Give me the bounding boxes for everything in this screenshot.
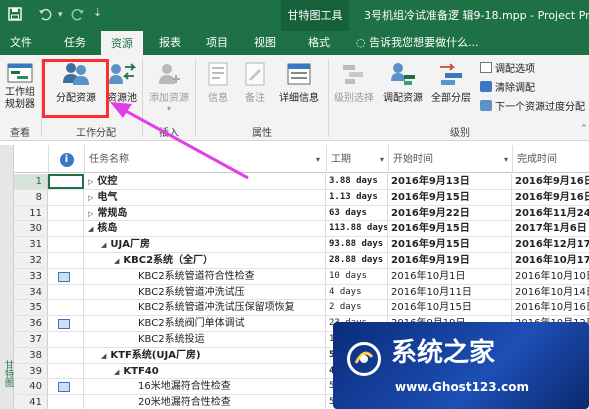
watermark-url: www.Ghost123.com bbox=[395, 380, 530, 394]
arrow-head bbox=[110, 102, 132, 118]
watermark-title: 系统之家 bbox=[391, 338, 496, 368]
arrow-shaft bbox=[123, 108, 249, 180]
watermark-banner: 系统之家 www.Ghost123.com bbox=[333, 322, 589, 409]
watermark-logo-icon bbox=[347, 342, 381, 376]
